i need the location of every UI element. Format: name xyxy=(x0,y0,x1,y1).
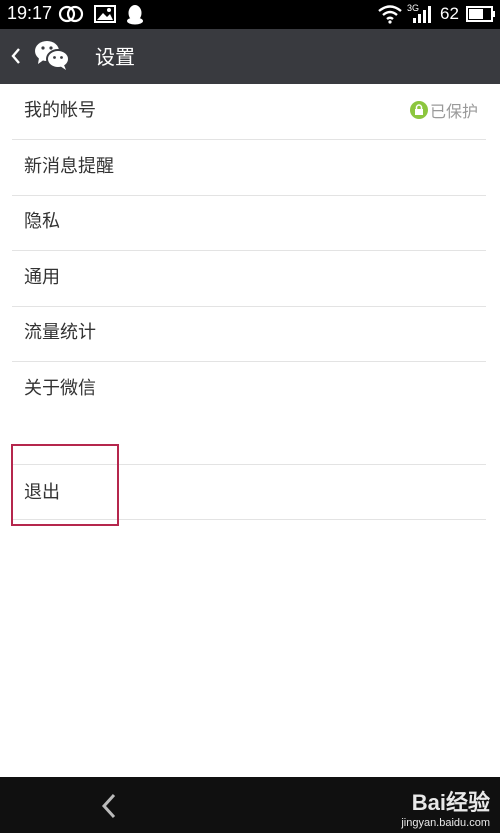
status-time: 19:17 xyxy=(7,3,53,23)
settings-item-label: 新消息提醒 xyxy=(24,156,114,177)
settings-item-label: 通用 xyxy=(24,267,60,288)
watermark-url: jingyan.baidu.com xyxy=(401,817,490,829)
battery-icon xyxy=(466,6,495,22)
qq-icon xyxy=(127,5,143,25)
infinity-icon xyxy=(58,5,84,23)
back-arrow-icon[interactable] xyxy=(99,792,119,820)
system-nav-bar: Bai经验 jingyan.baidu.com xyxy=(0,777,500,833)
settings-item-notifications[interactable]: 新消息提醒 xyxy=(12,140,486,196)
settings-item-label: 流量统计 xyxy=(24,322,96,343)
page-title: 设置 xyxy=(95,45,135,69)
protected-badge: 已保护 xyxy=(409,98,478,122)
annotation-highlight xyxy=(11,444,119,526)
settings-item-account[interactable]: 我的帐号 已保护 xyxy=(12,84,486,140)
chevron-left-icon[interactable] xyxy=(9,45,23,67)
wechat-icon xyxy=(35,41,70,70)
lock-icon xyxy=(409,101,428,119)
settings-item-data-usage[interactable]: 流量统计 xyxy=(12,306,486,362)
app-header: 设置 xyxy=(0,29,500,84)
watermark: Bai经验 jingyan.baidu.com xyxy=(401,785,490,829)
settings-item-label: 关于微信 xyxy=(24,378,96,399)
status-bar: 19:17 3G 62 xyxy=(0,0,500,29)
signal-icon xyxy=(413,6,431,23)
protected-text: 已保护 xyxy=(429,102,478,121)
wifi-icon xyxy=(378,5,402,24)
settings-item-privacy[interactable]: 隐私 xyxy=(12,195,486,251)
image-icon xyxy=(94,5,116,23)
settings-item-general[interactable]: 通用 xyxy=(12,251,486,307)
settings-item-label: 隐私 xyxy=(24,211,60,232)
watermark-brand: Bai经验 xyxy=(411,790,490,815)
settings-item-label: 我的帐号 xyxy=(24,100,96,121)
battery-percent: 62 xyxy=(440,4,459,23)
settings-item-about[interactable]: 关于微信 xyxy=(12,362,486,418)
